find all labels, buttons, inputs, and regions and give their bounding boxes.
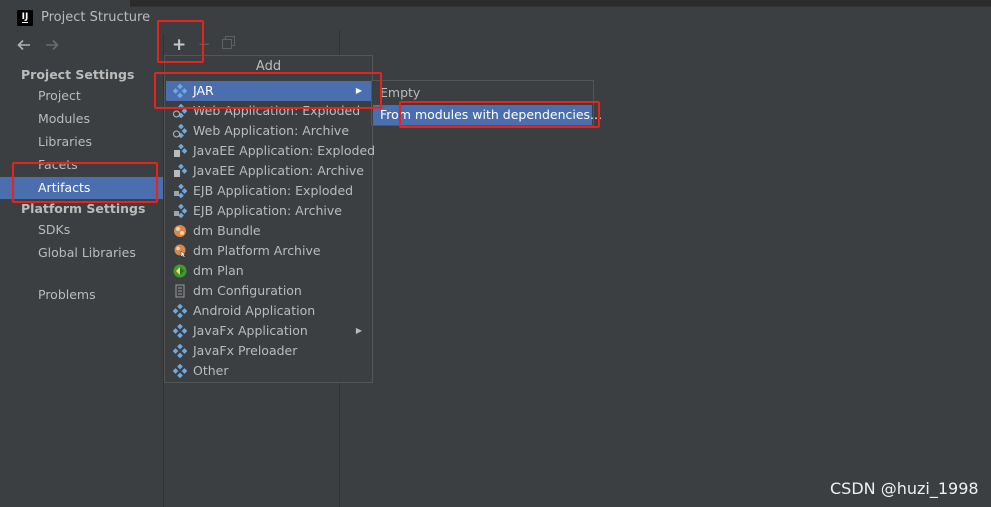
dm-configuration-icon [173,284,187,298]
dm-platform-icon [173,244,187,258]
window-title: Project Structure [41,10,151,25]
menu-item-dm-configuration[interactable]: dm Configuration [166,281,371,301]
menu-item-label: Other [193,363,229,378]
menu-item-ejb-application-exploded[interactable]: EJB Application: Exploded [166,181,371,201]
artifact-icon [172,363,188,379]
menu-item-label: dm Plan [193,263,244,278]
menu-item-javaee-application-archive[interactable]: JavaEE Application: Archive [166,161,371,181]
sidebar-item-modules[interactable]: Modules [0,108,163,130]
copy-icon[interactable] [222,36,235,49]
dm-plan-icon [173,264,187,278]
menu-item-other[interactable]: Other [166,361,371,381]
logo-text: IJ [21,12,29,23]
menu-item-label: EJB Application: Exploded [193,183,354,198]
artifact-icon [172,323,188,339]
sidebar-item-sdks[interactable]: SDKs [0,219,163,241]
javaee-artifact-icon [173,143,188,158]
background-window-strip [130,0,991,7]
sidebar-item-global-libraries[interactable]: Global Libraries [0,242,163,264]
menu-item-label: EJB Application: Archive [193,203,342,218]
artifact-icon [172,303,188,319]
platform-settings-header: Platform Settings [21,201,146,216]
menu-item-android-application[interactable]: Android Application [166,301,371,321]
menu-item-dm-bundle[interactable]: dm Bundle [166,221,371,241]
intellij-logo-icon: IJ [17,10,33,26]
menu-item-label: JavaEE Application: Exploded [193,143,376,158]
menu-item-label: Web Application: Archive [193,123,350,138]
menu-item-label: dm Bundle [193,223,261,238]
menu-item-label: JavaFx Preloader [193,343,298,358]
menu-item-web-application-archive[interactable]: Web Application: Archive [166,121,371,141]
menu-item-empty[interactable]: Empty [373,83,592,103]
menu-item-ejb-application-archive[interactable]: EJB Application: Archive [166,201,371,221]
ejb-artifact-icon [173,183,188,199]
watermark: CSDN @huzi_1998 [830,479,979,498]
ejb-artifact-icon [173,203,188,219]
highlight-box-from-modules [399,101,600,128]
arrow-left-icon[interactable] [16,37,32,56]
sidebar-item-project[interactable]: Project [0,85,163,107]
menu-item-label: dm Configuration [193,283,302,298]
sidebar-item-libraries[interactable]: Libraries [0,131,163,153]
dm-bundle-icon [173,224,187,238]
artifact-icon [172,343,188,359]
javaee-artifact-icon [173,163,188,178]
menu-item-label: dm Platform Archive [193,243,321,258]
menu-item-label: Android Application [193,303,316,318]
highlight-box-artifacts [12,162,158,203]
menu-item-label: JavaEE Application: Archive [193,163,364,178]
menu-item-javaee-application-exploded[interactable]: JavaEE Application: Exploded [166,141,375,161]
menu-item-javafx-preloader[interactable]: JavaFx Preloader [166,341,371,361]
sidebar-item-problems[interactable]: Problems [0,284,163,306]
web-artifact-icon [173,123,188,139]
arrow-right-icon[interactable] [44,37,60,56]
highlight-box-jar [154,72,382,109]
menu-item-dm-plan[interactable]: dm Plan [166,261,371,281]
menu-item-dm-platform-archive[interactable]: dm Platform Archive [166,241,371,261]
project-settings-header: Project Settings [21,67,135,82]
highlight-box-add-button [157,20,204,63]
menu-item-label: JavaFx Application [193,323,308,338]
menu-item-javafx-application[interactable]: JavaFx Application ▶ [166,321,371,341]
submenu-arrow-icon: ▶ [355,326,362,335]
